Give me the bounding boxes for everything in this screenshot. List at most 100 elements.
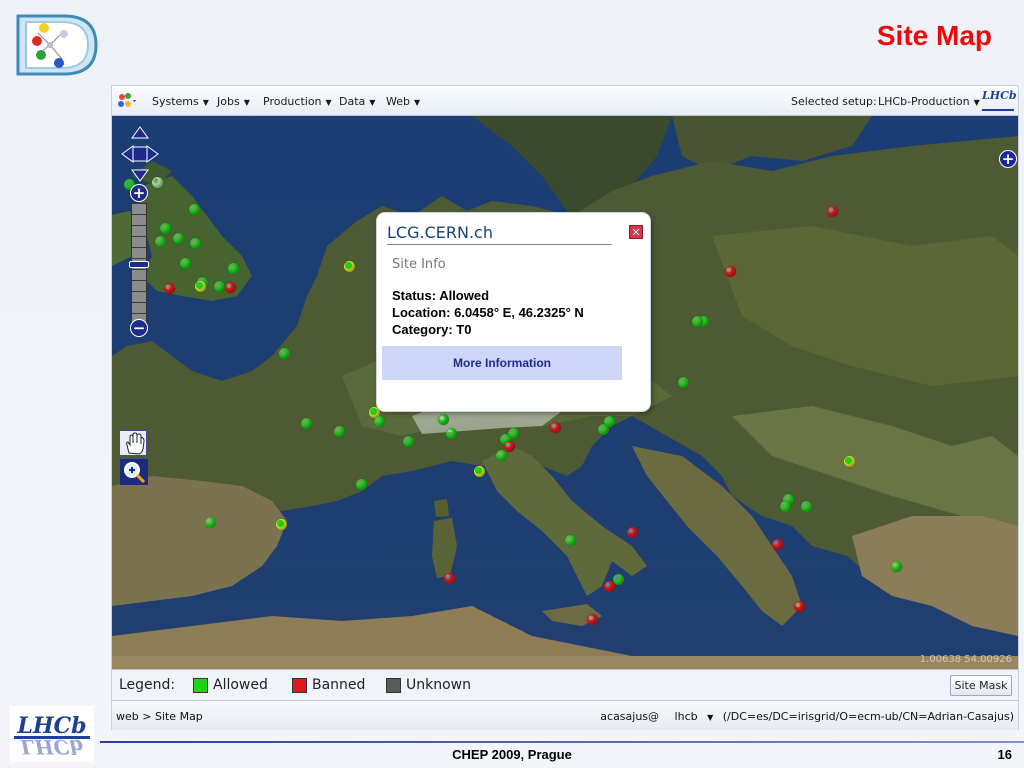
pan-control[interactable]	[121, 126, 159, 182]
chevron-down-icon: ▼	[973, 98, 980, 107]
site-marker-banned[interactable]	[443, 572, 455, 584]
site-marker-highlight[interactable]	[343, 260, 355, 272]
layer-switcher-button[interactable]: +	[999, 150, 1017, 168]
site-marker-allowed[interactable]	[495, 449, 507, 461]
site-marker-banned[interactable]	[586, 613, 598, 625]
site-marker-banned[interactable]	[724, 265, 736, 277]
chevron-down-icon: ▼	[369, 98, 376, 107]
zoom-in-button[interactable]: +	[130, 184, 148, 202]
menu-production[interactable]: Production ▼	[263, 95, 332, 108]
site-marker-banned[interactable]	[771, 538, 783, 550]
group-selector[interactable]: lhcb ▼	[669, 710, 714, 723]
legend-allowed-swatch	[193, 678, 208, 693]
site-marker-allowed[interactable]	[677, 376, 689, 388]
site-marker-allowed[interactable]	[189, 237, 201, 249]
more-information-button[interactable]: More Information	[382, 346, 622, 380]
site-marker-allowed[interactable]	[779, 500, 791, 512]
chevron-down-icon: ▼	[707, 713, 714, 722]
zoom-out-button[interactable]: −	[130, 319, 148, 337]
site-marker-allowed[interactable]	[172, 232, 184, 244]
zoom-slider-handle[interactable]	[129, 261, 149, 268]
site-marker-allowed[interactable]	[800, 500, 812, 512]
site-category: Category: T0	[392, 322, 472, 337]
slide-title: Site Map	[876, 20, 992, 51]
selected-setup-label: Selected setup:	[791, 95, 877, 108]
site-marker-banned[interactable]	[224, 281, 236, 293]
site-marker-highlight[interactable]	[843, 455, 855, 467]
site-marker-banned[interactable]	[549, 421, 561, 433]
site-location: Location: 6.0458° E, 46.2325° N	[392, 305, 584, 320]
user-name: acasajus@	[600, 710, 660, 723]
site-marker-banned[interactable]	[163, 282, 175, 294]
site-marker-allowed[interactable]	[213, 280, 225, 292]
mouse-coordinates: 1.00638 54.00926	[919, 654, 1012, 665]
site-marker-allowed[interactable]	[603, 415, 615, 427]
chevron-down-icon: ▼	[413, 98, 421, 107]
site-marker-allowed[interactable]	[445, 427, 457, 439]
site-marker-allowed[interactable]	[159, 222, 171, 234]
site-marker-banned[interactable]	[826, 205, 838, 217]
status-bar: web > Site Map acasajus@ lhcb ▼ (/DC=es/…	[112, 700, 1018, 730]
site-marker-highlight[interactable]	[275, 518, 287, 530]
page-number: 16	[997, 747, 1012, 762]
site-map[interactable]: + − + 1.00638 54.00926 LCG.CERN.ch ✕ Sit…	[112, 116, 1018, 669]
legend-bar: Legend: Allowed Banned Unknown Site Mask	[112, 669, 1018, 700]
site-marker-highlight[interactable]	[473, 465, 485, 477]
zoom-magnifier-icon	[120, 459, 148, 485]
legend-unknown-swatch	[386, 678, 401, 693]
breadcrumb: web > Site Map	[116, 710, 203, 723]
user-info: acasajus@ lhcb ▼ (/DC=es/DC=irisgrid/O=e…	[594, 710, 1014, 723]
site-status: Status: Allowed	[392, 288, 490, 303]
chevron-down-icon: ▼	[243, 98, 250, 107]
site-marker-highlight[interactable]	[194, 280, 206, 292]
site-marker-allowed[interactable]	[564, 534, 576, 546]
menu-systems[interactable]: Systems ▼	[152, 95, 209, 108]
menu-data[interactable]: Data ▼	[339, 95, 375, 108]
popup-section-title: Site Info	[392, 257, 446, 272]
menu-jobs[interactable]: Jobs ▼	[217, 95, 250, 108]
site-marker-banned[interactable]	[503, 440, 515, 452]
site-marker-allowed[interactable]	[373, 415, 385, 427]
site-marker-allowed[interactable]	[355, 478, 367, 490]
legend-label: Legend:	[119, 677, 176, 693]
site-marker-allowed[interactable]	[154, 235, 166, 247]
site-marker-banned[interactable]	[793, 600, 805, 612]
lhcb-logo: LHCb	[982, 90, 1017, 111]
dirac-web-portal: Systems ▼ Jobs ▼ Production ▼ Data ▼ Web ▼ Se…	[111, 85, 1019, 730]
conference-footer: CHEP 2009, Prague	[452, 747, 572, 762]
user-dn: (/DC=es/DC=irisgrid/O=ecm-ub/CN=Adrian-C…	[722, 710, 1014, 723]
site-mask-button[interactable]: Site Mask	[950, 675, 1012, 696]
site-marker-allowed[interactable]	[691, 315, 703, 327]
site-marker-allowed[interactable]	[437, 413, 449, 425]
site-marker-allowed[interactable]	[402, 435, 414, 447]
site-marker-banned[interactable]	[626, 526, 638, 538]
setup-selector[interactable]: LHCb-Production ▼	[878, 95, 980, 108]
site-marker-allowed[interactable]	[890, 560, 902, 572]
dirac-logo	[16, 14, 98, 76]
menu-bar: Systems ▼ Jobs ▼ Production ▼ Data ▼ Web ▼ Se…	[112, 86, 1018, 116]
site-marker-allowed[interactable]	[333, 425, 345, 437]
site-marker-banned[interactable]	[603, 580, 615, 592]
popup-site-details: Status: Allowed Location: 6.0458° E, 46.…	[392, 287, 584, 338]
legend-banned-swatch	[292, 678, 307, 693]
legend-unknown-label: Unknown	[406, 677, 471, 693]
footer-divider	[100, 741, 1024, 743]
site-info-popup: LCG.CERN.ch ✕ Site Info Status: Allowed …	[377, 213, 650, 411]
site-marker-allowed[interactable]	[188, 203, 200, 215]
legend-banned-label: Banned	[312, 677, 366, 693]
site-marker-allowed[interactable]	[227, 262, 239, 274]
chevron-down-icon: ▼	[202, 98, 209, 107]
site-marker-allowed[interactable]	[278, 347, 290, 359]
chevron-down-icon: ▼	[325, 98, 332, 107]
pan-hand-tool[interactable]	[119, 430, 147, 456]
menu-web[interactable]: Web ▼	[386, 95, 420, 108]
site-marker-allowed[interactable]	[204, 516, 216, 528]
legend-allowed-label: Allowed	[213, 677, 268, 693]
site-marker-allowed[interactable]	[300, 417, 312, 429]
popup-site-name: LCG.CERN.ch	[387, 223, 612, 245]
close-icon[interactable]: ✕	[629, 225, 643, 239]
zoom-box-tool[interactable]	[119, 458, 148, 485]
hand-icon	[126, 432, 145, 455]
web-icon[interactable]	[115, 91, 139, 111]
site-marker-allowed[interactable]	[179, 257, 191, 269]
